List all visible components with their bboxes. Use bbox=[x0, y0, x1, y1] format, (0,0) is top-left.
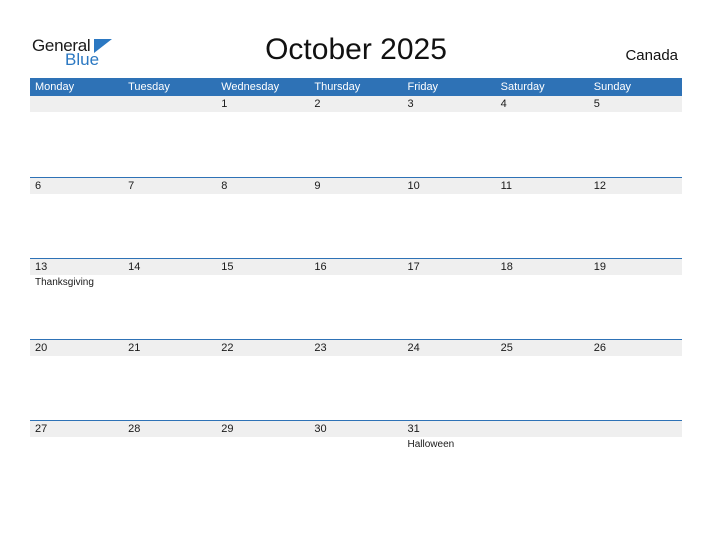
holiday-label bbox=[309, 194, 402, 196]
holiday-label bbox=[216, 437, 309, 450]
day-number: 23 bbox=[314, 342, 327, 354]
holiday-label bbox=[30, 437, 123, 450]
day-number: 16 bbox=[314, 261, 327, 273]
holiday-label: Halloween bbox=[407, 439, 455, 450]
holiday-label bbox=[123, 275, 216, 288]
holiday-label bbox=[30, 112, 123, 114]
holiday-label bbox=[589, 112, 682, 114]
holiday-label bbox=[123, 112, 216, 114]
events-row: Thanksgiving bbox=[30, 275, 682, 288]
day-number: 27 bbox=[35, 423, 48, 435]
day-number bbox=[123, 96, 216, 112]
day-number: 7 bbox=[128, 180, 135, 192]
weekday-saturday: Saturday bbox=[500, 81, 545, 93]
week-row: 1 2 3 4 5 bbox=[30, 96, 682, 177]
holiday-label bbox=[589, 275, 682, 288]
day-number: 9 bbox=[314, 180, 321, 192]
holiday-label bbox=[30, 356, 123, 358]
holiday-label bbox=[496, 275, 589, 288]
day-number bbox=[30, 96, 123, 112]
day-number: 13 bbox=[35, 261, 48, 273]
holiday-label bbox=[403, 194, 496, 196]
day-number: 30 bbox=[314, 423, 327, 435]
holiday-label bbox=[309, 356, 402, 358]
day-number: 15 bbox=[221, 261, 234, 273]
day-number: 14 bbox=[128, 261, 141, 273]
date-strip: 27 28 29 30 31 bbox=[30, 421, 682, 437]
day-number: 6 bbox=[35, 180, 42, 192]
holiday-label bbox=[589, 356, 682, 358]
holiday-label bbox=[589, 194, 682, 196]
events-row bbox=[30, 194, 682, 196]
day-number: 22 bbox=[221, 342, 234, 354]
day-number: 20 bbox=[35, 342, 48, 354]
day-number: 26 bbox=[593, 342, 606, 354]
week-row: 13 14 15 16 17 18 19 Thanksgiving bbox=[30, 258, 682, 339]
date-strip: 6 7 8 9 10 11 12 bbox=[30, 178, 682, 194]
week-row: 20 21 22 23 24 25 26 bbox=[30, 339, 682, 420]
holiday-label bbox=[403, 356, 496, 358]
holiday-label bbox=[30, 194, 123, 196]
events-row bbox=[30, 112, 682, 114]
day-number bbox=[496, 421, 589, 437]
day-number: 12 bbox=[593, 180, 606, 192]
day-number: 8 bbox=[221, 180, 228, 192]
holiday-label bbox=[309, 112, 402, 114]
holiday-label bbox=[589, 437, 682, 450]
holiday-label bbox=[496, 194, 589, 196]
day-number: 4 bbox=[500, 98, 507, 110]
weekday-tuesday: Tuesday bbox=[128, 81, 170, 93]
day-number: 19 bbox=[593, 261, 606, 273]
holiday-label bbox=[403, 275, 496, 288]
day-number: 25 bbox=[500, 342, 513, 354]
holiday-label bbox=[123, 437, 216, 450]
holiday-label bbox=[496, 356, 589, 358]
holiday-label bbox=[403, 112, 496, 114]
holiday-label bbox=[123, 356, 216, 358]
holiday-label bbox=[216, 194, 309, 196]
holiday-label bbox=[496, 112, 589, 114]
day-number: 10 bbox=[407, 180, 420, 192]
holiday-label bbox=[309, 437, 402, 450]
weekday-sunday: Sunday bbox=[593, 81, 632, 93]
day-number: 28 bbox=[128, 423, 141, 435]
day-number: 29 bbox=[221, 423, 234, 435]
weekday-wednesday: Wednesday bbox=[221, 81, 280, 93]
calendar-grid: Monday Tuesday Wednesday Thursday Friday… bbox=[30, 78, 682, 501]
date-strip: 13 14 15 16 17 18 19 bbox=[30, 259, 682, 275]
holiday-label bbox=[123, 194, 216, 196]
date-strip: 20 21 22 23 24 25 26 bbox=[30, 340, 682, 356]
holiday-label: Thanksgiving bbox=[35, 277, 94, 288]
day-number: 1 bbox=[221, 98, 228, 110]
day-number: 3 bbox=[407, 98, 414, 110]
week-row: 27 28 29 30 31 Halloween bbox=[30, 420, 682, 501]
day-number: 21 bbox=[128, 342, 141, 354]
holiday-label bbox=[216, 275, 309, 288]
day-number: 18 bbox=[500, 261, 513, 273]
events-row: Halloween bbox=[30, 437, 682, 450]
page-title: October 2025 bbox=[265, 33, 447, 66]
day-number: 2 bbox=[314, 98, 321, 110]
weekday-header: Monday Tuesday Wednesday Thursday Friday… bbox=[30, 78, 682, 96]
country-label: Canada bbox=[625, 47, 678, 64]
day-number: 31 bbox=[407, 423, 420, 435]
weekday-thursday: Thursday bbox=[314, 81, 361, 93]
day-number: 24 bbox=[407, 342, 420, 354]
holiday-label bbox=[216, 356, 309, 358]
holiday-label bbox=[309, 275, 402, 288]
day-number: 5 bbox=[593, 98, 600, 110]
date-strip: 1 2 3 4 5 bbox=[30, 96, 682, 112]
holiday-label bbox=[216, 112, 309, 114]
day-number: 17 bbox=[407, 261, 420, 273]
events-row bbox=[30, 356, 682, 358]
day-number: 11 bbox=[500, 180, 513, 192]
weekday-friday: Friday bbox=[407, 81, 439, 93]
day-number bbox=[589, 421, 682, 437]
weekday-monday: Monday bbox=[35, 81, 75, 93]
week-row: 6 7 8 9 10 11 12 bbox=[30, 177, 682, 258]
holiday-label bbox=[496, 437, 589, 450]
